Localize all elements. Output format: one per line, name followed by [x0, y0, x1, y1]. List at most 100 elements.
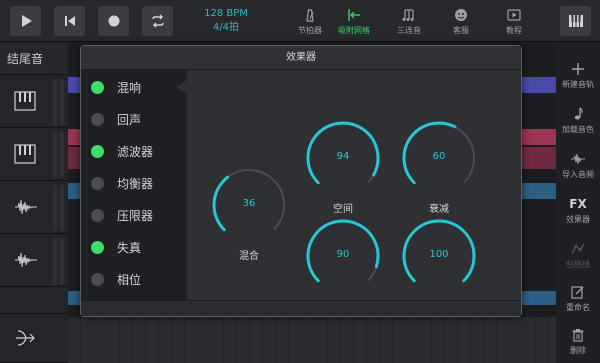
effect-label: 回声 [117, 113, 142, 127]
import-audio-button[interactable]: 导入音频 [556, 151, 600, 180]
knob-value: 94 [336, 151, 350, 162]
effect-toggle[interactable] [91, 209, 104, 222]
rename-button[interactable]: 重命名 [556, 284, 600, 313]
effect-item-distortion[interactable]: 失真 [81, 232, 187, 264]
triplet-button[interactable]: 三连音 [389, 7, 429, 36]
envelope-label: 包络线 [566, 260, 590, 269]
delete-label: 删除 [570, 346, 586, 355]
knob-mix[interactable]: 36 混合 [211, 167, 287, 262]
snap-grid-icon [348, 9, 360, 21]
waveform-icon [15, 199, 37, 215]
piano-icon [14, 91, 36, 111]
loop-button[interactable] [142, 6, 173, 36]
metronome-icon [306, 9, 314, 22]
right-sidebar: 新建音轨 加载音色 导入音频 FX 效果器 包络线 重命名 删除 [556, 43, 600, 363]
effect-item-phaser[interactable]: 相位 [81, 264, 187, 296]
piano-roll-keys[interactable] [68, 317, 556, 363]
waveform-icon [15, 252, 37, 268]
effect-parameters-panel: 36 混合 94 空间 60 衰减 90 阻尼 100 增益 [187, 70, 521, 313]
rewind-button[interactable] [54, 6, 85, 36]
load-sound-label: 加载音色 [562, 125, 594, 134]
effect-item-reverb[interactable]: 混响 [81, 72, 187, 104]
knob-label: 混合 [239, 251, 259, 262]
effect-toggle[interactable] [91, 273, 104, 286]
record-icon [108, 15, 119, 27]
level-meter [60, 132, 64, 178]
play-icon [21, 15, 32, 27]
effect-toggle[interactable] [91, 241, 104, 254]
effects-label: 效果器 [566, 215, 590, 224]
new-track-label: 新建音轨 [562, 80, 594, 89]
effect-item-echo[interactable]: 回声 [81, 104, 187, 136]
effect-toggle[interactable] [91, 145, 104, 158]
effect-label: 压限器 [117, 209, 154, 223]
triplet-icon [402, 9, 414, 21]
effect-label: 失真 [117, 241, 142, 255]
load-sound-button[interactable]: 加载音色 [556, 106, 600, 135]
record-button[interactable] [98, 6, 129, 36]
knob-damping[interactable]: 90 阻尼 [305, 218, 381, 313]
knob-gain[interactable]: 100 增益 [401, 218, 477, 313]
knob-value: 60 [432, 151, 446, 162]
trash-icon [572, 329, 584, 342]
track-row[interactable] [0, 76, 68, 128]
dialog-title: 效果器 [81, 46, 521, 70]
metronome-label: 节拍器 [298, 26, 322, 35]
knob-decay[interactable]: 60 衰减 [401, 120, 477, 215]
effect-toggle[interactable] [91, 177, 104, 190]
track-row[interactable] [0, 129, 68, 181]
knob-value: 36 [242, 198, 256, 209]
tempo-display[interactable]: 128 BPM 4/4拍 [196, 7, 256, 35]
rename-icon [571, 286, 584, 299]
support-button[interactable]: 客服 [441, 7, 481, 36]
metronome-button[interactable]: 节拍器 [290, 7, 330, 36]
effect-label: 相位 [117, 273, 142, 287]
rename-label: 重命名 [566, 303, 590, 312]
snap-grid-button[interactable]: 吸附网格 [334, 7, 374, 36]
app-window: 128 BPM 4/4拍 节拍器 吸附网格 三连音 客服 教程 结尾音 新建音轨… [0, 0, 600, 363]
snap-grid-label: 吸附网格 [338, 26, 370, 35]
effect-toggle[interactable] [91, 113, 104, 126]
effect-item-filter[interactable]: 滤波器 [81, 136, 187, 168]
effect-label: 混响 [117, 81, 142, 95]
level-meter [53, 238, 57, 284]
track-row[interactable] [0, 288, 68, 314]
fx-icon: FX [569, 197, 587, 211]
loop-icon [151, 14, 164, 28]
effect-item-compressor[interactable]: 压限器 [81, 200, 187, 232]
tutorial-icon [507, 9, 521, 21]
skip-back-icon [64, 16, 75, 26]
track-name[interactable]: 结尾音 [0, 43, 68, 75]
level-meter [53, 79, 57, 125]
track-row[interactable] [0, 182, 68, 234]
mixer-button[interactable] [0, 315, 68, 363]
effects-button[interactable]: FX 效果器 [556, 196, 600, 225]
effect-toggle[interactable] [91, 81, 104, 94]
import-audio-label: 导入音频 [562, 170, 594, 179]
level-meter [53, 185, 57, 231]
effect-item-equalizer[interactable]: 均衡器 [81, 168, 187, 200]
selected-indicator [177, 80, 187, 94]
piano-keyboard-button[interactable] [560, 6, 591, 36]
time-signature: 4/4拍 [212, 22, 240, 33]
music-note-icon [574, 107, 583, 120]
envelope-button[interactable]: 包络线 [556, 241, 600, 270]
new-track-button[interactable]: 新建音轨 [556, 61, 600, 90]
effects-dialog: 效果器 混响 回声 滤波器 均衡器 压限器 失真 相位 36 混合 94 空间 … [80, 45, 522, 317]
play-button[interactable] [10, 6, 41, 36]
track-list: 结尾音 [0, 43, 68, 363]
track-row[interactable] [0, 235, 68, 287]
support-label: 客服 [453, 26, 469, 35]
knob-value: 100 [429, 249, 449, 260]
level-meter [60, 238, 64, 284]
triplet-label: 三连音 [397, 26, 421, 35]
knob-room[interactable]: 94 空间 [305, 120, 381, 215]
tempo-bpm: 128 BPM [204, 8, 248, 19]
knob-label: 空间 [333, 204, 353, 215]
knob-label: 衰减 [429, 204, 449, 215]
effect-label: 滤波器 [117, 145, 154, 159]
dialog-footer [81, 300, 521, 316]
tutorial-button[interactable]: 教程 [494, 7, 534, 36]
delete-button[interactable]: 删除 [556, 327, 600, 356]
level-meter [60, 79, 64, 125]
